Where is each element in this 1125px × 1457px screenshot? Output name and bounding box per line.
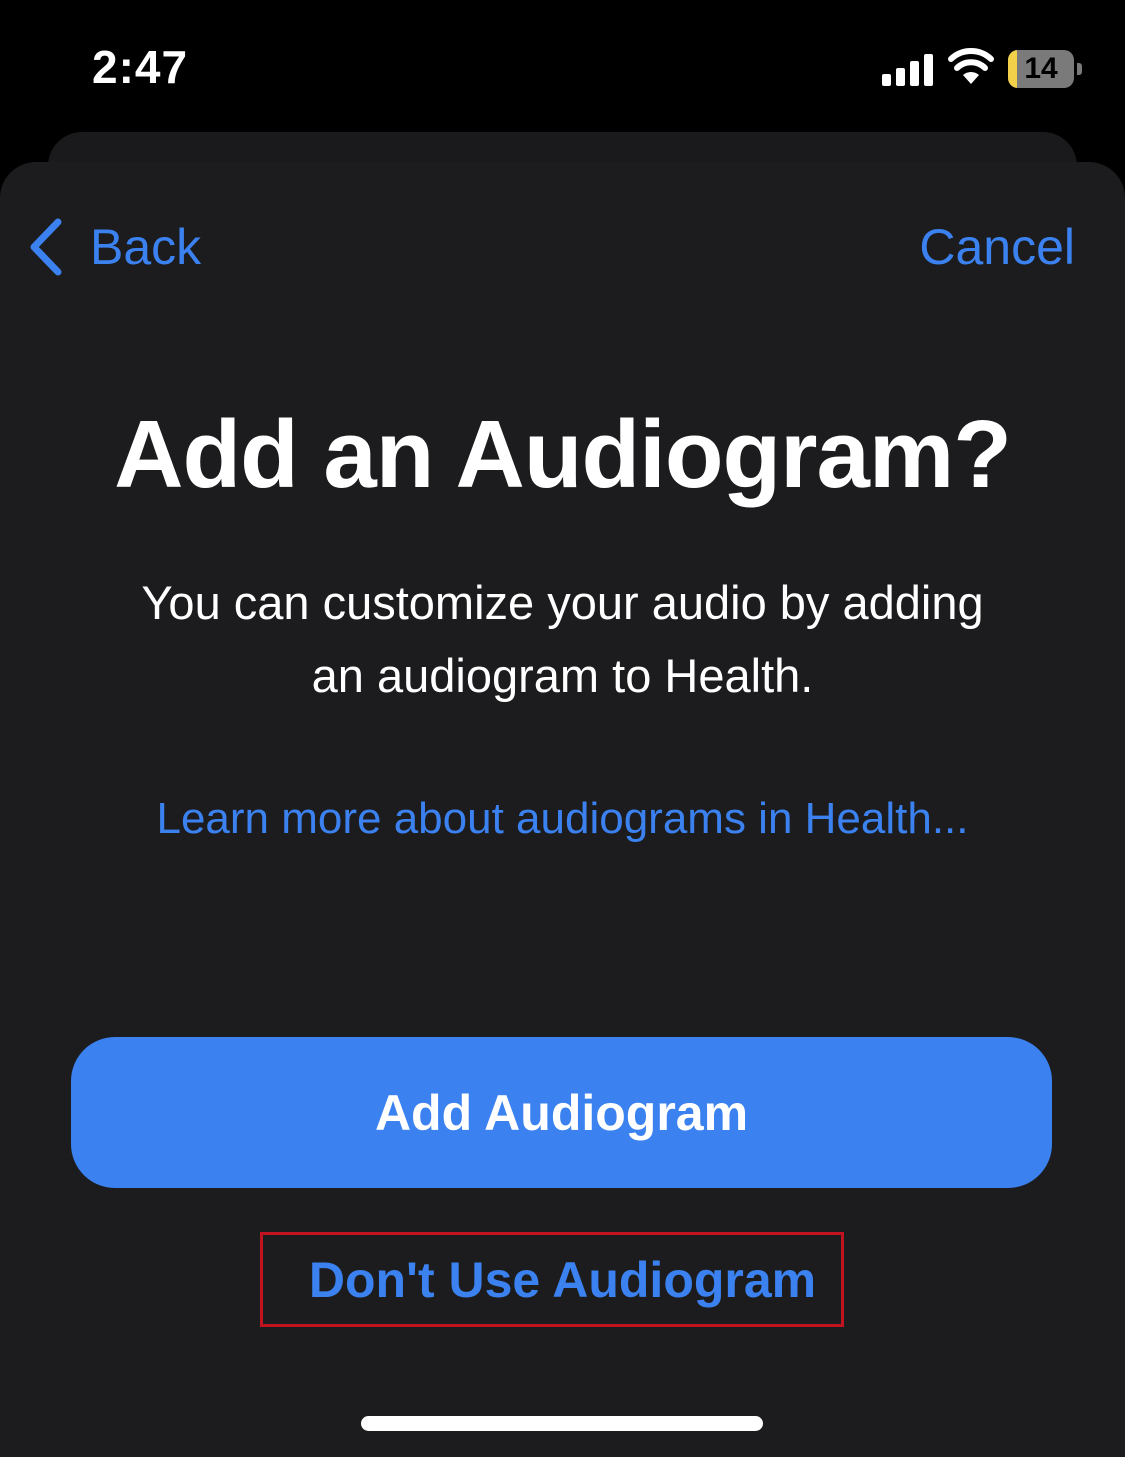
subtitle-line-1: You can customize your audio by adding [141, 576, 984, 629]
battery-body: 14 [1008, 50, 1074, 88]
cancel-button[interactable]: Cancel [919, 212, 1075, 282]
back-button[interactable]: Back [26, 212, 201, 282]
page-subtitle: You can customize your audio by adding a… [80, 566, 1045, 712]
add-audiogram-button-label: Add Audiogram [374, 1084, 749, 1141]
status-bar: 2:47 14 [0, 0, 1125, 130]
chevron-left-icon [30, 218, 62, 276]
battery-level: 14 [1024, 52, 1058, 85]
page-title: Add an Audiogram? [114, 401, 1012, 508]
subtitle-line-2: an audiogram to Health. [311, 649, 814, 702]
wifi-icon [948, 48, 994, 84]
learn-more-link[interactable]: Learn more about audiograms in Health... [0, 794, 1125, 844]
home-indicator [361, 1416, 763, 1431]
back-button-label: Back [90, 219, 202, 275]
battery-cap [1077, 63, 1082, 75]
dont-use-audiogram-button[interactable]: Don't Use Audiogram [0, 1242, 1125, 1318]
status-time: 2:47 [92, 41, 189, 93]
screen: 2:47 14 Back Cancel Add an Audiogram? Yo… [0, 0, 1125, 1457]
battery-icon: 14 [1008, 50, 1082, 88]
add-audiogram-button[interactable]: Add Audiogram [71, 1037, 1052, 1188]
signal-icon [882, 54, 933, 86]
